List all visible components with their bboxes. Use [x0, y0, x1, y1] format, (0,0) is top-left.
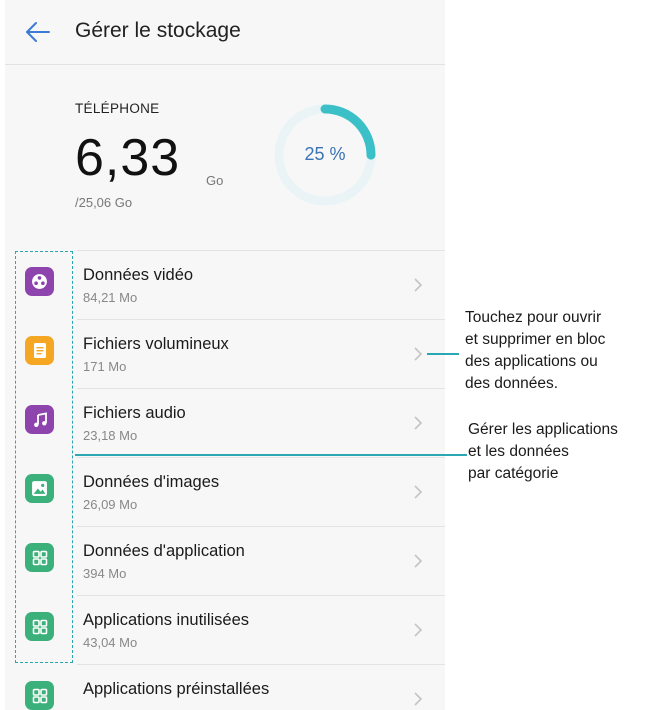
chevron-right-icon	[414, 623, 423, 637]
arrow-left-icon[interactable]	[25, 21, 51, 43]
storage-percent-text: 25 %	[304, 144, 346, 164]
callout-line-text: Touchez pour ouvrir	[465, 309, 602, 326]
list-item-title: Applications inutilisées	[83, 611, 250, 629]
callout-line-text: Gérer les applications	[468, 421, 618, 438]
app-header: Gérer le stockage	[5, 0, 445, 64]
header-divider	[5, 64, 445, 65]
callout-manage-text: Gérer les applications et les données par …	[468, 419, 618, 485]
chevron-right-icon	[414, 278, 423, 292]
callout-line-manage	[75, 454, 467, 456]
list-item-size: 84,21 Mo	[83, 290, 138, 305]
callout-line-text: et les données	[468, 443, 569, 460]
callout-tap-text: Touchez pour ouvrir et supprimer en bloc d…	[465, 307, 605, 395]
list-item-title: Données d'images	[83, 473, 220, 491]
storage-total: /25,06 Go	[75, 195, 133, 210]
list-item-size: 43,04 Mo	[83, 635, 138, 650]
list-item-size: 26,09 Mo	[83, 497, 138, 512]
callout-line-tap	[427, 353, 459, 355]
list-item-title: Fichiers volumineux	[83, 335, 229, 353]
list-item-size: 171 Mo	[83, 359, 127, 374]
list-item-size: 394 Mo	[83, 566, 127, 581]
chevron-right-icon	[414, 692, 423, 706]
app-grid-icon	[25, 681, 54, 710]
storage-used-value: 6,33	[75, 129, 181, 187]
list-item[interactable]: Applications préinstallées	[5, 664, 445, 710]
chevron-right-icon	[414, 485, 423, 499]
chevron-right-icon	[414, 416, 423, 430]
storage-used-unit: Go	[206, 173, 224, 188]
chevron-right-icon	[414, 347, 423, 361]
callout-line-text: par catégorie	[468, 465, 559, 482]
page-title: Gérer le stockage	[75, 19, 241, 42]
callout-line-text: des données.	[465, 375, 559, 392]
callout-line-text: des applications ou	[465, 353, 598, 370]
callout-line-text: et supprimer en bloc	[465, 331, 606, 348]
storage-label: TÉLÉPHONE	[75, 101, 160, 116]
list-item-title: Fichiers audio	[83, 404, 186, 422]
list-item-title: Données vidéo	[83, 266, 194, 284]
category-icons-highlight	[15, 251, 73, 663]
chevron-right-icon	[414, 554, 423, 568]
list-item-size: 23,18 Mo	[83, 428, 138, 443]
list-item-title: Applications préinstallées	[83, 680, 270, 698]
list-item-title: Données d'application	[83, 542, 245, 560]
